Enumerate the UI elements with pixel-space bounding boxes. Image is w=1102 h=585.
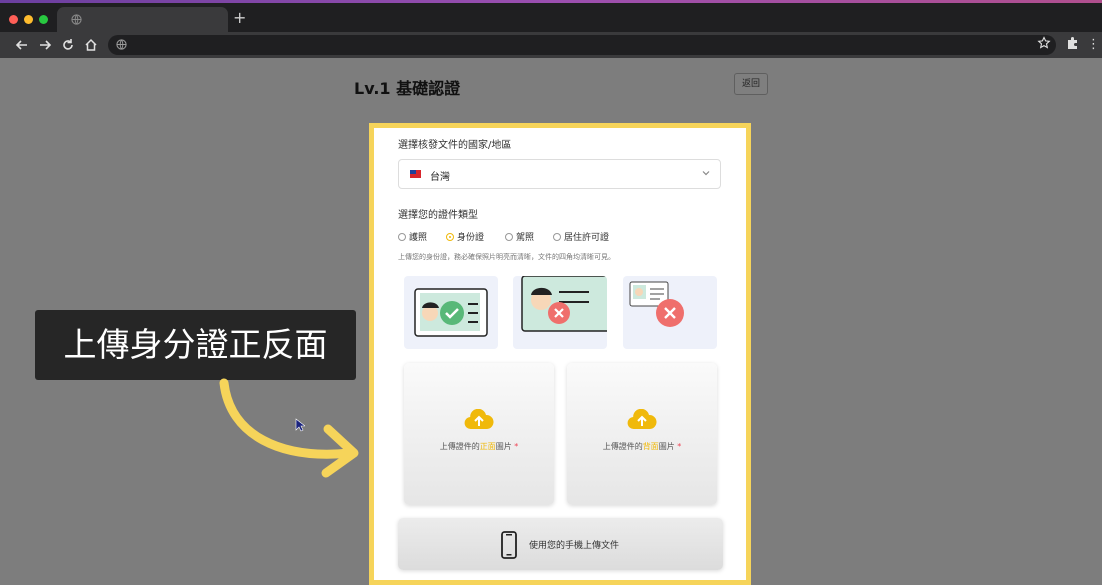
browser-menu-icon[interactable]: ⋮ — [1087, 36, 1100, 54]
globe-icon — [71, 14, 82, 25]
upload-hint: 上傳您的身份證，務必確保照片明亮而清晰，文件的四角均清晰可見。 — [398, 253, 615, 261]
radio-residence-permit[interactable]: 居住許可證 — [553, 230, 609, 243]
id-card-ok-illustration — [414, 288, 488, 337]
chevron-down-icon — [702, 171, 710, 176]
cloud-upload-icon — [627, 409, 657, 430]
phone-upload-label: 使用您的手機上傳文件 — [529, 541, 620, 551]
annotation-caption: 上傳身分證正反面 — [35, 310, 356, 380]
back-button[interactable]: 返回 — [734, 73, 768, 95]
country-label: 選擇核發文件的國家/地區 — [398, 140, 512, 151]
close-window-button[interactable] — [9, 15, 18, 24]
example-too-small-photo — [623, 276, 717, 349]
upload-front-prefix: 上傳證件的 — [439, 442, 480, 451]
radio-id-card[interactable]: 身份證 — [446, 230, 484, 243]
curved-arrow-icon — [219, 378, 359, 478]
minimize-window-button[interactable] — [24, 15, 33, 24]
upload-back-prefix: 上傳證件的 — [602, 442, 643, 451]
new-tab-button[interactable]: + — [233, 8, 246, 28]
example-cropped-photo — [513, 276, 607, 349]
page-title: Lv.1 基礎認證 — [354, 79, 461, 98]
taiwan-flag-icon — [410, 170, 421, 178]
radio-driver-license[interactable]: 駕照 — [505, 230, 534, 243]
country-select[interactable]: 台灣 — [398, 159, 721, 189]
required-marker: * — [677, 442, 682, 451]
upload-front-label: 上傳證件的正面圖片 * — [404, 441, 554, 452]
maximize-window-button[interactable] — [39, 15, 48, 24]
bookmark-star-icon[interactable] — [1037, 36, 1051, 50]
browser-tab-bar: + — [0, 3, 1102, 32]
radio-label: 護照 — [409, 233, 428, 243]
upload-back-label: 上傳證件的背面圖片 * — [567, 441, 717, 452]
doc-type-label: 選擇您的證件類型 — [398, 210, 478, 221]
reload-icon[interactable] — [59, 36, 77, 54]
address-bar[interactable] — [108, 35, 1056, 55]
cloud-upload-icon — [464, 409, 494, 430]
browser-tab[interactable] — [57, 7, 228, 32]
forward-arrow-icon[interactable] — [36, 36, 54, 54]
radio-label: 駕照 — [516, 233, 535, 243]
upload-front-highlight: 正面 — [479, 442, 496, 451]
mouse-cursor-icon — [295, 418, 305, 432]
id-card-small-illustration — [629, 281, 684, 327]
radio-label: 身份證 — [457, 233, 485, 243]
radio-passport[interactable]: 護照 — [398, 230, 427, 243]
id-card-cropped-illustration — [521, 276, 607, 332]
upload-front-dropzone[interactable]: 上傳證件的正面圖片 * — [404, 363, 554, 505]
back-arrow-icon[interactable] — [13, 36, 31, 54]
upload-back-suffix: 圖片 — [658, 442, 675, 451]
home-icon[interactable] — [82, 36, 100, 54]
radio-label: 居住許可證 — [564, 233, 610, 243]
verification-form-card: 選擇核發文件的國家/地區 台灣 選擇您的證件類型 護照 身份證 駕照 居住許可證… — [369, 123, 751, 585]
extensions-puzzle-icon[interactable] — [1066, 36, 1080, 50]
site-info-icon[interactable] — [116, 39, 127, 50]
example-good-photo — [404, 276, 498, 349]
browser-toolbar: ⋮ — [0, 32, 1102, 58]
upload-front-suffix: 圖片 — [495, 442, 512, 451]
mobile-phone-icon — [501, 531, 517, 559]
phone-upload-button[interactable]: 使用您的手機上傳文件 — [398, 518, 723, 570]
country-value: 台灣 — [430, 172, 450, 183]
required-marker: * — [514, 442, 519, 451]
upload-back-highlight: 背面 — [642, 442, 659, 451]
upload-back-dropzone[interactable]: 上傳證件的背面圖片 * — [567, 363, 717, 505]
